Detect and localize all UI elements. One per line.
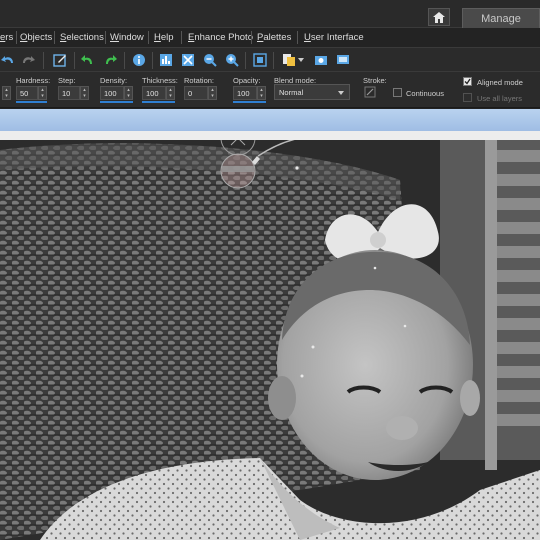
rotation-spinner[interactable]: ▴ ▾ — [208, 86, 217, 100]
chevron-down-icon — [338, 91, 344, 95]
menu-separator — [181, 31, 182, 44]
home-icon — [433, 11, 445, 23]
info-icon[interactable] — [131, 52, 147, 68]
rotate-left-icon[interactable] — [80, 52, 96, 68]
view-icon[interactable] — [252, 52, 268, 68]
use-all-layers-label: Use all layers — [477, 94, 523, 103]
opacity-field[interactable]: 100 — [233, 86, 257, 100]
menu-item-window[interactable]: Window — [110, 32, 144, 43]
thickness-spinner[interactable]: ▴ ▾ — [166, 86, 175, 100]
density-label: Density: — [100, 76, 128, 85]
continuous-checkbox[interactable] — [393, 88, 402, 97]
menu-separator — [148, 31, 149, 44]
tab-manage[interactable]: Manage — [462, 8, 540, 28]
menu-item-help[interactable]: Help — [154, 32, 174, 43]
rotation-label: Rotation: — [184, 76, 215, 85]
menu-item-user-interface[interactable]: User Interface — [304, 32, 364, 43]
baby-photo — [0, 140, 540, 540]
home-button[interactable] — [428, 8, 450, 26]
rotation-field[interactable]: 0 — [184, 86, 208, 100]
toolbar — [0, 47, 540, 72]
step-spinner[interactable]: ▴ ▾ — [80, 86, 89, 100]
stroke-icon[interactable] — [364, 86, 376, 98]
copy-icon[interactable] — [281, 52, 297, 68]
top-bar: Manage — [0, 0, 540, 28]
undo-icon[interactable] — [0, 52, 16, 68]
screen-icon[interactable] — [335, 52, 351, 68]
fit-icon[interactable] — [180, 52, 196, 68]
photo-canvas[interactable] — [0, 140, 540, 540]
edit-icon[interactable] — [52, 52, 68, 68]
menu-item-enhance-photo[interactable]: Enhance Photo — [188, 32, 253, 43]
hardness-spinner[interactable]: ▴ ▾ — [38, 86, 47, 100]
thickness-label: Thickness: — [142, 76, 178, 85]
aligned-mode-label: Aligned mode — [477, 78, 523, 87]
step-label: Step: — [58, 76, 76, 85]
menu-separator — [54, 31, 55, 44]
menu-item-palettes[interactable]: Palettes — [257, 32, 291, 43]
hardness-field[interactable]: 50 — [16, 86, 38, 100]
density-spinner[interactable]: ▴ ▾ — [124, 86, 133, 100]
opacity-spinner[interactable]: ▴ ▾ — [257, 86, 266, 100]
menu-item-objects[interactable]: Objects — [20, 32, 52, 43]
camera-icon[interactable] — [313, 52, 329, 68]
redo-icon[interactable] — [20, 52, 36, 68]
menu-item-selections[interactable]: Selections — [60, 32, 104, 43]
zoom-out-icon[interactable] — [202, 52, 218, 68]
size-spinner[interactable]: ▴ ▾ — [2, 86, 11, 100]
step-field[interactable]: 10 — [58, 86, 80, 100]
opacity-label: Opacity: — [233, 76, 261, 85]
tool-options-bar: ▴ ▾ Hardness: 50 ▴ ▾ Step: 10 ▴ ▾ Density: … — [0, 72, 540, 108]
zoom-in-icon[interactable] — [224, 52, 240, 68]
document-title-bar — [0, 109, 540, 131]
hardness-label: Hardness: — [16, 76, 51, 85]
stroke-label: Stroke: — [363, 76, 387, 85]
menu-separator — [105, 31, 106, 44]
continuous-label: Continuous — [406, 89, 444, 98]
menu-item-layers[interactable]: ers — [0, 32, 13, 43]
blend-mode-select[interactable]: Normal — [274, 84, 350, 100]
rotate-right-icon[interactable] — [102, 52, 118, 68]
menu-separator — [251, 31, 252, 44]
aligned-mode-checkbox[interactable] — [463, 77, 472, 86]
histogram-icon[interactable] — [158, 52, 174, 68]
menu-bar: ers Objects Selections Window Help Enhan… — [0, 28, 540, 47]
use-all-layers-checkbox[interactable] — [463, 93, 472, 102]
menu-separator — [297, 31, 298, 44]
blend-mode-value: Normal — [279, 88, 304, 97]
menu-separator — [16, 31, 17, 44]
chevron-down-icon[interactable] — [297, 52, 305, 68]
density-field[interactable]: 100 — [100, 86, 124, 100]
canvas-background — [0, 131, 540, 140]
thickness-field[interactable]: 100 — [142, 86, 166, 100]
